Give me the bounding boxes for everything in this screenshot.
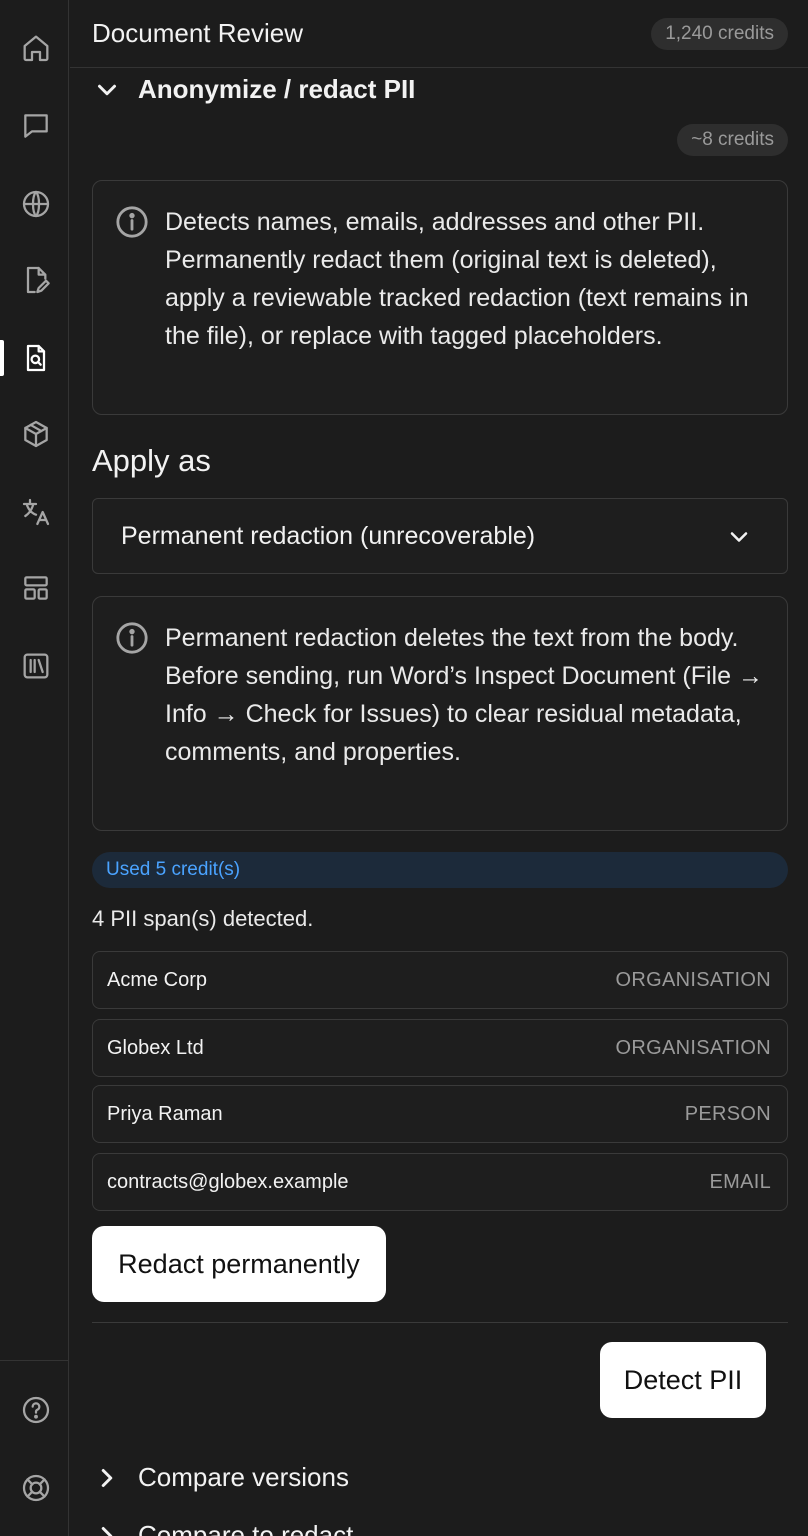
warning-box: Permanent redaction deletes the text fro… bbox=[92, 596, 788, 831]
credits-badge: 1,240 credits bbox=[651, 18, 788, 50]
lifebuoy-icon[interactable] bbox=[14, 1466, 58, 1510]
pii-span-row[interactable]: contracts@globex.example EMAIL bbox=[92, 1153, 788, 1211]
section-title: Compare versions bbox=[138, 1462, 349, 1492]
chat-icon[interactable] bbox=[14, 104, 58, 148]
info-text: Detects names, emails, addresses and oth… bbox=[165, 208, 749, 350]
pii-span-text: Priya Raman bbox=[107, 1102, 223, 1125]
pii-span-row[interactable]: Priya Raman PERSON bbox=[92, 1085, 788, 1143]
section-toggle-compare-versions[interactable]: Compare versions bbox=[92, 1462, 349, 1493]
info-box: Detects names, emails, addresses and oth… bbox=[92, 180, 788, 415]
chevron-right-icon bbox=[101, 1526, 113, 1536]
apply-as-value: Permanent redaction (unrecoverable) bbox=[121, 521, 536, 550]
section-title: Compare to redact bbox=[138, 1520, 354, 1536]
pii-span-type: PERSON bbox=[684, 1102, 771, 1125]
help-icon[interactable] bbox=[14, 1388, 58, 1432]
detected-count: 4 PII span(s) detected. bbox=[92, 906, 314, 931]
active-indicator bbox=[0, 340, 4, 376]
main-panel: Document Review 1,240 credits Anonymize … bbox=[70, 0, 808, 1536]
library-icon[interactable] bbox=[14, 644, 58, 688]
apply-as-select[interactable]: Permanent redaction (unrecoverable) bbox=[92, 498, 788, 574]
pii-span-type: ORGANISATION bbox=[615, 1036, 771, 1059]
warning-text: Permanent redaction deletes the text fro… bbox=[165, 624, 763, 766]
detect-pii-button[interactable]: Detect PII bbox=[600, 1342, 766, 1418]
pii-span-row[interactable]: Acme Corp ORGANISATION bbox=[92, 951, 788, 1009]
section-toggle-anonymize[interactable]: Anonymize / redact PII bbox=[92, 74, 415, 105]
pii-span-row[interactable]: Globex Ltd ORGANISATION bbox=[92, 1019, 788, 1077]
chevron-down-icon bbox=[730, 532, 748, 542]
chevron-down-icon bbox=[98, 84, 116, 95]
page-title: Document Review bbox=[92, 18, 303, 48]
pii-span-text: Acme Corp bbox=[107, 968, 208, 991]
header: Document Review 1,240 credits bbox=[70, 0, 808, 68]
translate-icon[interactable] bbox=[14, 490, 58, 534]
chevron-right-icon bbox=[101, 1468, 113, 1487]
section-toggle-compare-to-redact[interactable]: Compare to redact bbox=[92, 1520, 353, 1536]
cube-icon[interactable] bbox=[14, 412, 58, 456]
sidebar-divider bbox=[0, 1360, 69, 1361]
home-icon[interactable] bbox=[14, 26, 58, 70]
sidebar bbox=[0, 0, 69, 1536]
pii-span-type: ORGANISATION bbox=[615, 968, 771, 991]
cost-badge: ~8 credits bbox=[677, 124, 788, 156]
section-title: Anonymize / redact PII bbox=[138, 74, 416, 104]
divider bbox=[92, 1322, 788, 1323]
apply-as-label: Apply as bbox=[92, 443, 211, 478]
globe-icon[interactable] bbox=[14, 182, 58, 226]
info-icon bbox=[116, 622, 148, 654]
pii-span-text: contracts@globex.example bbox=[107, 1170, 349, 1193]
pii-span-type: EMAIL bbox=[709, 1170, 771, 1193]
redact-permanently-button[interactable]: Redact permanently bbox=[92, 1226, 386, 1302]
info-icon bbox=[116, 206, 148, 238]
used-credits-bar: Used 5 credit(s) bbox=[92, 852, 788, 888]
document-edit-icon[interactable] bbox=[14, 258, 58, 302]
layout-icon[interactable] bbox=[14, 566, 58, 610]
document-search-icon[interactable] bbox=[14, 336, 58, 380]
pii-span-text: Globex Ltd bbox=[107, 1036, 204, 1059]
used-credits-text: Used 5 credit(s) bbox=[106, 859, 241, 880]
